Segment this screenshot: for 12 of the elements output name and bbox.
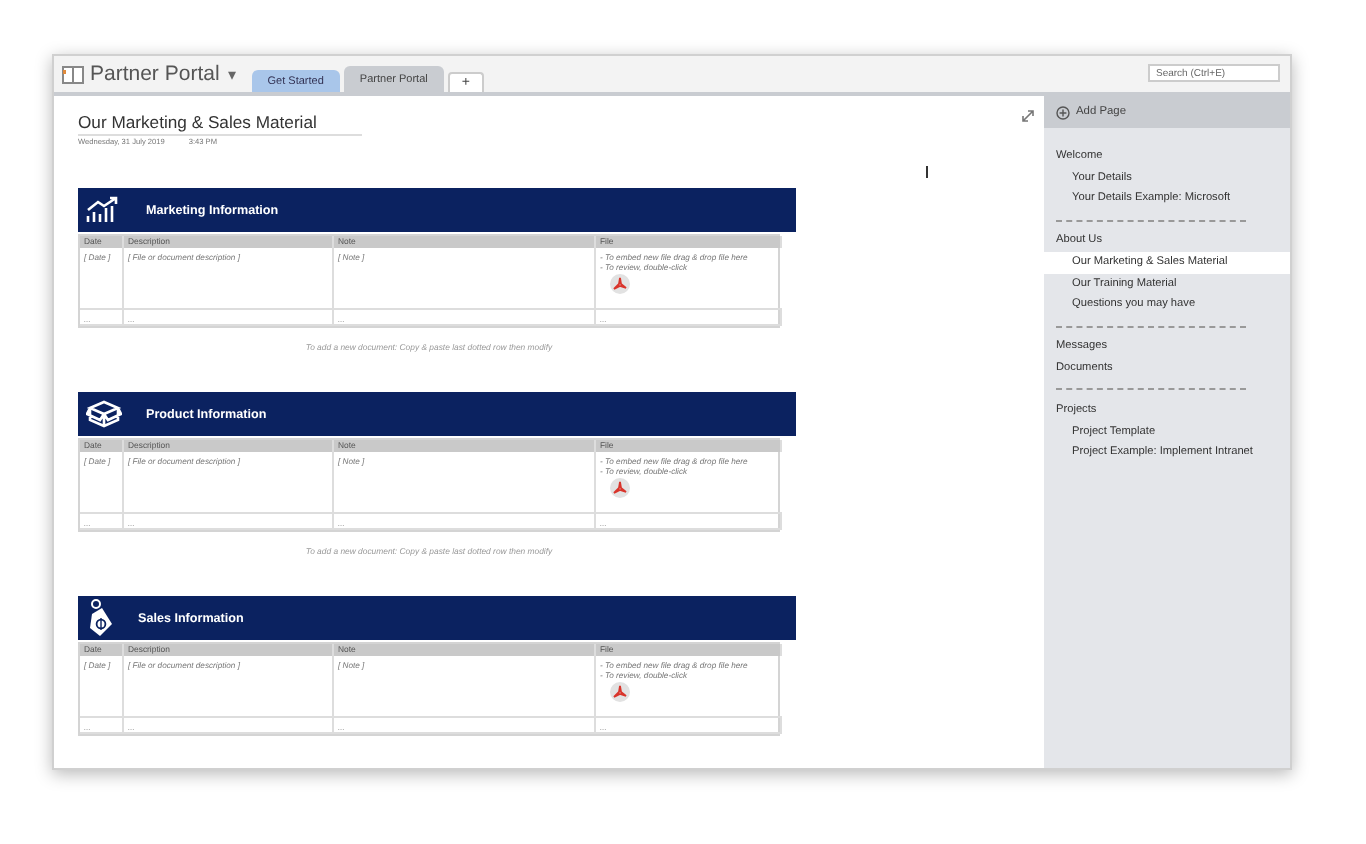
notebook-title[interactable]: Partner Portal [90, 62, 220, 86]
page-title[interactable]: Our Marketing & Sales Material [78, 112, 362, 132]
plus-circle-icon [1056, 105, 1070, 119]
pdf-file-icon[interactable] [610, 682, 630, 703]
expand-icon[interactable] [1022, 110, 1034, 122]
pdf-file-icon[interactable] [610, 274, 630, 295]
dropdown-caret[interactable]: ▾ [227, 65, 236, 83]
notebook-icon[interactable] [62, 65, 84, 83]
chart-icon [86, 196, 122, 224]
box-icon [86, 400, 122, 428]
pdf-file-icon[interactable] [610, 478, 630, 499]
text-cursor [926, 166, 928, 178]
